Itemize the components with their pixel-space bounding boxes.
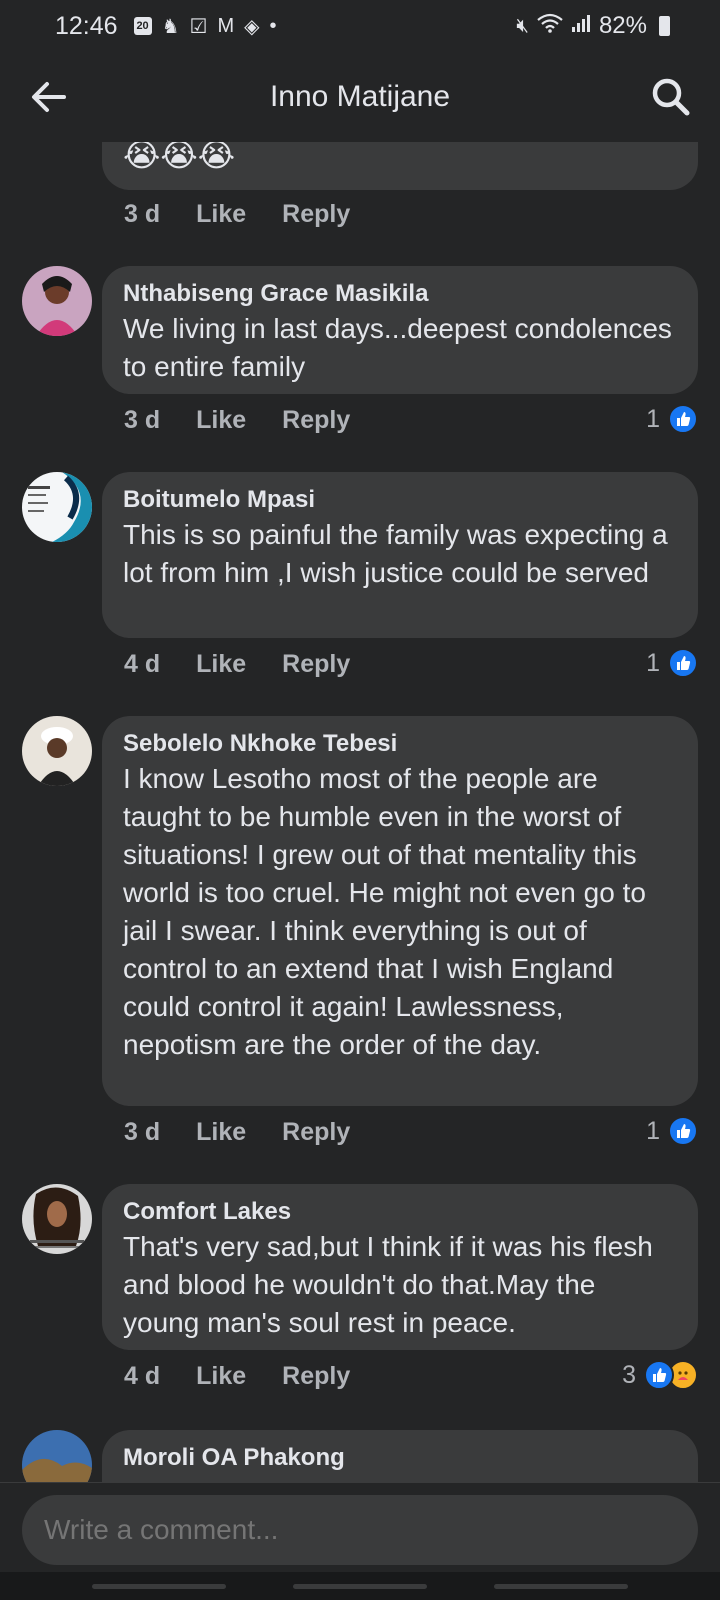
back-nav-button[interactable]: [494, 1584, 628, 1589]
comment-bubble[interactable]: Moroli OA Phakong: [102, 1430, 698, 1482]
comment-author[interactable]: Nthabiseng Grace Masikila: [123, 280, 678, 308]
home-button[interactable]: [293, 1584, 427, 1589]
reaction-count: 1: [646, 648, 660, 677]
comment-composer-bar: [0, 1482, 720, 1572]
comment-age: 3 d: [124, 406, 161, 434]
reply-button[interactable]: Reply: [282, 650, 350, 679]
search-button[interactable]: [650, 76, 692, 118]
comment-author[interactable]: Comfort Lakes: [123, 1198, 678, 1226]
like-button[interactable]: Like: [196, 200, 246, 229]
comment-actions: 3 d Like Reply: [124, 1118, 386, 1147]
page-title: Inno Matijane: [269, 80, 451, 113]
comment-text: 😭😭😭: [123, 142, 236, 173]
battery-icon: [659, 16, 670, 36]
comment-age: 4 d: [124, 650, 161, 678]
comment-age: 3 d: [124, 1118, 161, 1146]
comment-actions: 3 d Like Reply: [124, 200, 386, 229]
comment-age: 3 d: [124, 200, 161, 228]
signal-icon: [571, 13, 591, 39]
dot-icon: •: [269, 14, 277, 37]
notification-icon: ♞: [161, 15, 180, 38]
like-button[interactable]: Like: [196, 650, 246, 679]
avatar[interactable]: [22, 266, 92, 336]
comment-text: We living in last days...deepest condole…: [123, 313, 672, 382]
checkbox-icon: ☑: [189, 15, 208, 38]
direction-icon: ◈: [244, 15, 260, 38]
header: Inno Matijane: [0, 52, 720, 142]
comment-bubble[interactable]: Comfort Lakes That's very sad,but I thin…: [102, 1184, 698, 1350]
reaction-summary[interactable]: 3: [622, 1360, 698, 1390]
like-button[interactable]: Like: [196, 1362, 246, 1391]
like-button[interactable]: Like: [196, 1118, 246, 1147]
comment-bubble[interactable]: Sebolelo Nkhoke Tebesi I know Lesotho mo…: [102, 716, 698, 1106]
gmail-icon: M: [217, 14, 235, 37]
avatar[interactable]: [22, 716, 92, 786]
thumbs-up-icon: [668, 1116, 698, 1146]
system-nav-bar: [0, 1572, 720, 1600]
reply-button[interactable]: Reply: [282, 406, 350, 435]
comment-actions: 4 d Like Reply: [124, 1362, 386, 1391]
wifi-icon: [537, 13, 563, 39]
reply-button[interactable]: Reply: [282, 200, 350, 229]
comment-author[interactable]: Moroli OA Phakong: [123, 1444, 678, 1472]
comment-bubble[interactable]: Nthabiseng Grace Masikila We living in l…: [102, 266, 698, 394]
recents-button[interactable]: [92, 1584, 226, 1589]
reply-button[interactable]: Reply: [282, 1118, 350, 1147]
comment-text: I know Lesotho most of the people are ta…: [123, 763, 646, 1060]
status-bar: 12:46 20 ♞ ☑ M ◈ • 🔇︎ 82%: [0, 0, 720, 52]
reply-button[interactable]: Reply: [282, 1362, 350, 1391]
reaction-count: 1: [646, 404, 660, 433]
comments-list: 😭😭😭 3 d Like Reply Nthabiseng Grace Masi…: [0, 142, 720, 1482]
avatar[interactable]: [22, 472, 92, 542]
mute-icon: 🔇︎: [516, 14, 529, 37]
comment-text: That's very sad,but I think if it was hi…: [123, 1231, 653, 1338]
comment-actions: 4 d Like Reply: [124, 650, 386, 679]
reaction-count: 1: [646, 1116, 660, 1145]
avatar[interactable]: [22, 1430, 92, 1482]
search-icon: [652, 78, 690, 116]
reaction-summary[interactable]: 1: [646, 1116, 698, 1146]
comment-bubble[interactable]: 😭😭😭: [102, 142, 698, 190]
reaction-count: 3: [622, 1360, 636, 1389]
like-button[interactable]: Like: [196, 406, 246, 435]
avatar[interactable]: [22, 1184, 92, 1254]
reaction-summary[interactable]: 1: [646, 404, 698, 434]
back-button[interactable]: [28, 76, 70, 118]
comment-text: This is so painful the family was expect…: [123, 519, 668, 588]
comment-input[interactable]: [22, 1495, 698, 1565]
status-time: 12:46: [55, 11, 118, 40]
reaction-summary[interactable]: 1: [646, 648, 698, 678]
thumbs-up-icon: [668, 404, 698, 434]
thumbs-up-icon: [668, 648, 698, 678]
comment-bubble[interactable]: Boitumelo Mpasi This is so painful the f…: [102, 472, 698, 638]
comment-actions: 3 d Like Reply: [124, 406, 386, 435]
comment-author[interactable]: Boitumelo Mpasi: [123, 486, 678, 514]
arrow-left-icon: [32, 82, 66, 112]
comment-age: 4 d: [124, 1362, 161, 1390]
calendar-icon: 20: [133, 17, 152, 35]
thumbs-up-icon: [644, 1360, 674, 1390]
battery-percent: 82%: [598, 12, 647, 39]
comment-author[interactable]: Sebolelo Nkhoke Tebesi: [123, 730, 678, 758]
